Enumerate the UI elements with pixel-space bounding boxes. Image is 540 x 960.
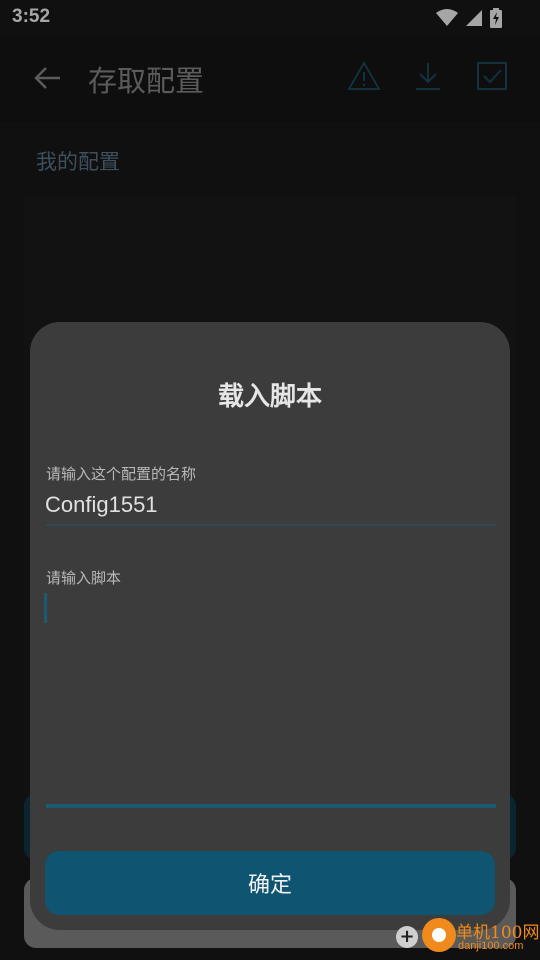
watermark-url: danji100.com [458,940,524,952]
site-logo [422,918,456,952]
dialog-title: 载入脚本 [217,382,322,412]
script-input[interactable] [46,590,496,800]
script-field-underline [46,804,496,808]
name-field-underline [46,524,496,526]
name-field-label: 请输入这个配置的名称 [46,465,197,483]
watermark: + 单机100网 danji100.com [392,914,540,960]
confirm-button[interactable]: 确定 [45,851,495,915]
script-field-label: 请输入脚本 [46,569,122,587]
plus-icon: + [396,926,418,948]
config-name-input[interactable]: Config1551 [45,492,158,518]
load-script-dialog: 载入脚本 请输入这个配置的名称 Config1551 请输入脚本 确定 [30,322,510,930]
